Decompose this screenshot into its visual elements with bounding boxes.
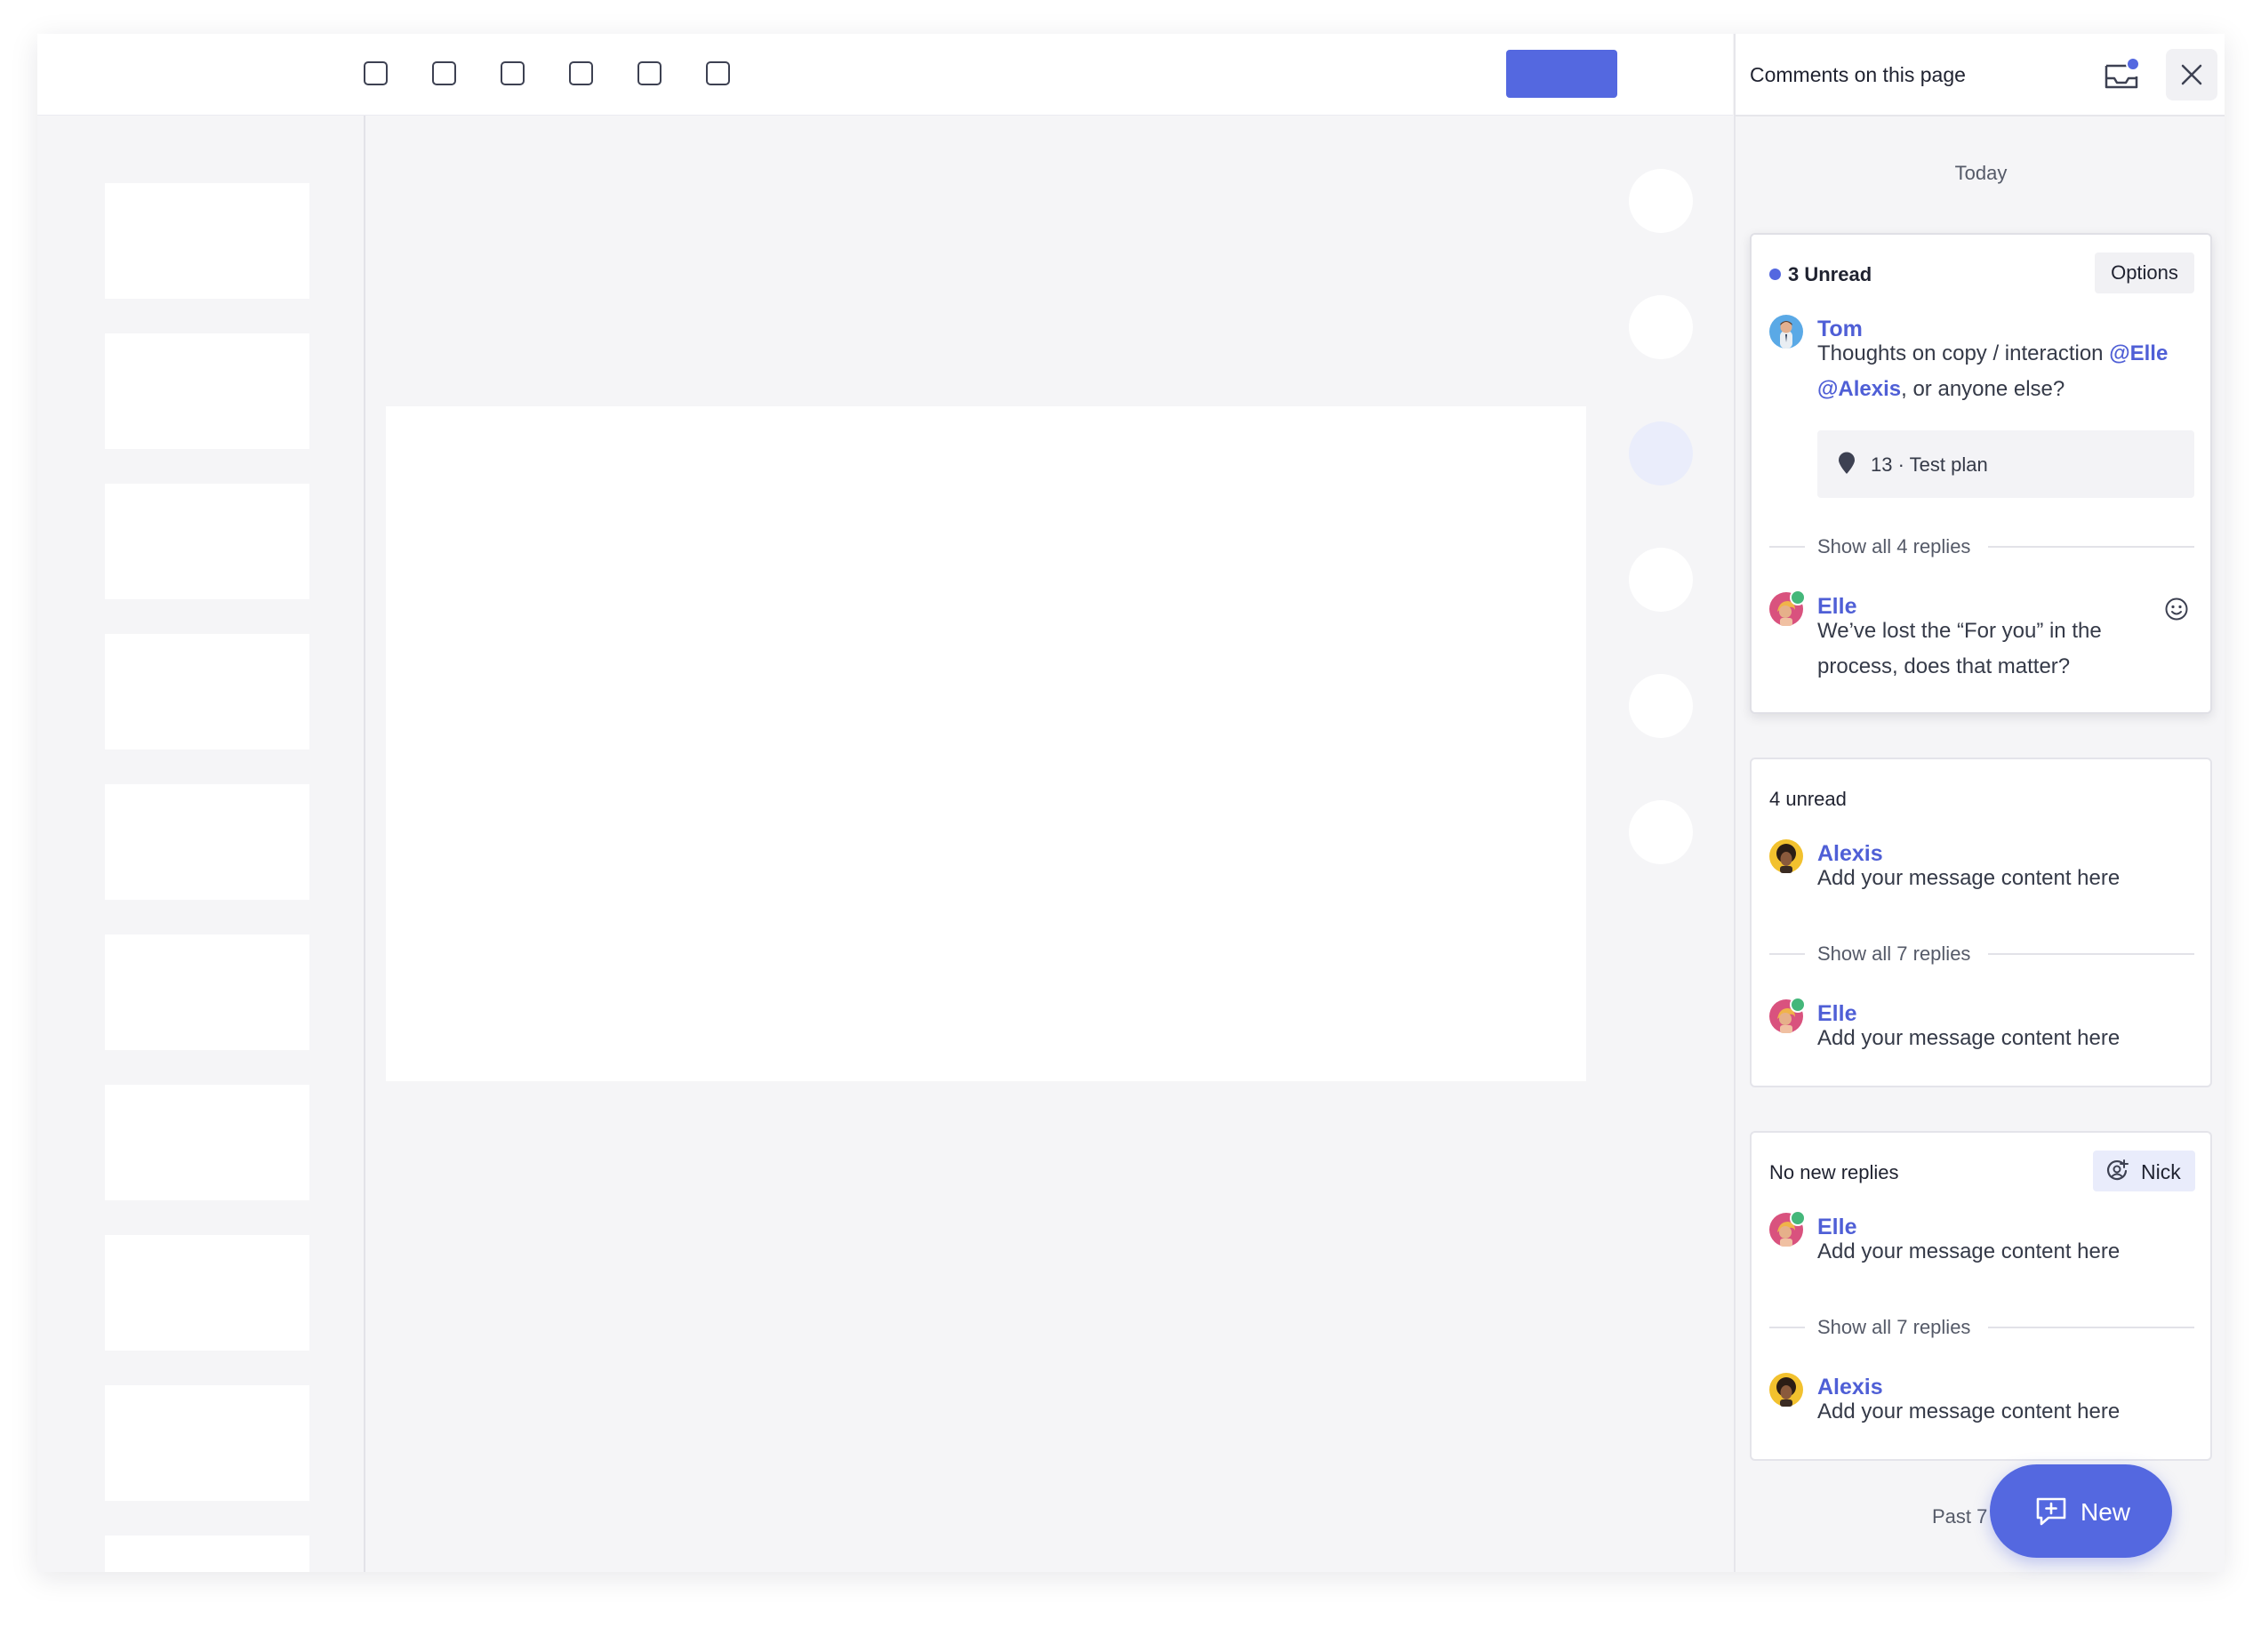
mention-link[interactable]: @Alexis: [1817, 377, 1901, 401]
comment-marker[interactable]: [1629, 169, 1693, 233]
divider: [1988, 1327, 2194, 1328]
show-replies-link[interactable]: Show all 4 replies: [1769, 533, 2194, 560]
new-comment-label: New: [2081, 1498, 2131, 1526]
thread-options-button[interactable]: Options: [2095, 253, 2194, 293]
divider: [1988, 546, 2194, 548]
toolbar-tool-4[interactable]: [569, 61, 593, 85]
comments-panel-title: Comments on this page: [1750, 63, 1966, 86]
thread-status-text: 4 unread: [1769, 788, 1847, 810]
toolbar-tool-6[interactable]: [706, 61, 730, 85]
comment-body: Add your message content here: [1817, 866, 2121, 890]
inbox-notification-icon[interactable]: [2104, 57, 2141, 92]
unread-dot-icon: [1769, 269, 1781, 280]
show-replies-link[interactable]: Show all 7 replies: [1769, 941, 2194, 967]
comment-text: Thoughts on copy / interaction: [1817, 341, 2110, 365]
close-icon: [2181, 64, 2202, 85]
new-comment-button[interactable]: New: [1990, 1464, 2172, 1558]
toolbar-tool-3[interactable]: [501, 61, 525, 85]
avatar-elle: [1769, 589, 1806, 626]
mention-link[interactable]: @Elle: [2109, 341, 2168, 365]
avatar-elle: [1769, 1210, 1806, 1247]
divider: [1988, 953, 2194, 955]
canvas-artboard[interactable]: [386, 406, 1586, 1081]
comment-marker[interactable]: [1629, 548, 1693, 612]
add-comment-icon: [2036, 1497, 2066, 1526]
page-thumbnail[interactable]: [105, 333, 309, 449]
toolbar-tool-2[interactable]: [432, 61, 456, 85]
divider: [1769, 546, 1805, 548]
comment-thread[interactable]: 4 unread Alexis Add your message content…: [1750, 758, 2212, 1087]
smiley-icon[interactable]: [2163, 596, 2190, 622]
thread-status: 3 Unread: [1769, 263, 1872, 286]
section-today-label: Today: [1954, 162, 2008, 184]
page-thumbnail[interactable]: [105, 784, 309, 900]
assignee-chip[interactable]: Nick: [2093, 1151, 2195, 1191]
page-thumbnail[interactable]: [105, 634, 309, 750]
toolbar-tool-1[interactable]: [364, 61, 388, 85]
avatar-tom: [1769, 315, 1803, 349]
assign-user-icon: [2106, 1159, 2129, 1181]
thread-status-text: No new replies: [1769, 1161, 1899, 1183]
show-replies-label: Show all 4 replies: [1817, 535, 1971, 558]
page-thumbnail[interactable]: [105, 484, 309, 599]
divider: [1769, 953, 1805, 955]
comment-body: Add your message content here: [1817, 1026, 2121, 1050]
comment-text: , or anyone else?: [1901, 377, 2065, 401]
avatar-alexis: [1769, 1373, 1803, 1407]
toolbar-tool-5[interactable]: [637, 61, 661, 85]
comment-body: We’ve lost the “For you” in the process,…: [1817, 619, 2102, 678]
close-panel-button[interactable]: [2166, 49, 2217, 100]
comments-panel: Comments on this page Today 3 Unread Opt…: [1734, 34, 2225, 1572]
page-thumbnail-rail: [37, 116, 365, 1572]
comment-body: Thoughts on copy / interaction @Elle @Ale…: [1817, 336, 2191, 407]
show-replies-label: Show all 7 replies: [1817, 942, 1971, 966]
page-thumbnail[interactable]: [105, 1536, 309, 1572]
comment-location-chip[interactable]: 13 · Test plan: [1817, 430, 2194, 498]
thread-status-text: 3 Unread: [1788, 263, 1872, 285]
avatar-alexis: [1769, 839, 1803, 873]
page-thumbnail[interactable]: [105, 183, 309, 299]
divider: [1769, 1327, 1805, 1328]
comment-marker-active[interactable]: [1629, 421, 1693, 485]
assignee-name: Nick: [2141, 1160, 2181, 1183]
app-window: Comments on this page Today 3 Unread Opt…: [37, 34, 2225, 1572]
show-replies-label: Show all 7 replies: [1817, 1316, 1971, 1339]
avatar-elle: [1769, 997, 1806, 1033]
map-pin-icon: [1839, 452, 1855, 474]
top-toolbar: [37, 34, 1733, 116]
online-presence-indicator: [1790, 589, 1806, 605]
online-presence-indicator: [1790, 997, 1806, 1013]
page-thumbnail[interactable]: [105, 934, 309, 1050]
comment-marker[interactable]: [1629, 295, 1693, 359]
page-thumbnail[interactable]: [105, 1085, 309, 1200]
comment-body: Add your message content here: [1817, 1399, 2121, 1423]
comment-thread[interactable]: No new replies Nick Elle Add your messag…: [1750, 1131, 2212, 1461]
page-thumbnail[interactable]: [105, 1385, 309, 1501]
toolbar-primary-button[interactable]: [1506, 50, 1617, 98]
comment-thread[interactable]: 3 Unread Options Tom Thoughts on copy / …: [1750, 233, 2212, 714]
comments-panel-header: Comments on this page: [1736, 34, 2225, 116]
comment-marker[interactable]: [1629, 800, 1693, 864]
online-presence-indicator: [1790, 1210, 1806, 1226]
show-replies-link[interactable]: Show all 7 replies: [1769, 1314, 2194, 1341]
comment-body: Add your message content here: [1817, 1239, 2121, 1263]
page-thumbnail[interactable]: [105, 1235, 309, 1351]
comment-marker[interactable]: [1629, 674, 1693, 738]
comment-location-text: 13 · Test plan: [1871, 453, 1988, 476]
